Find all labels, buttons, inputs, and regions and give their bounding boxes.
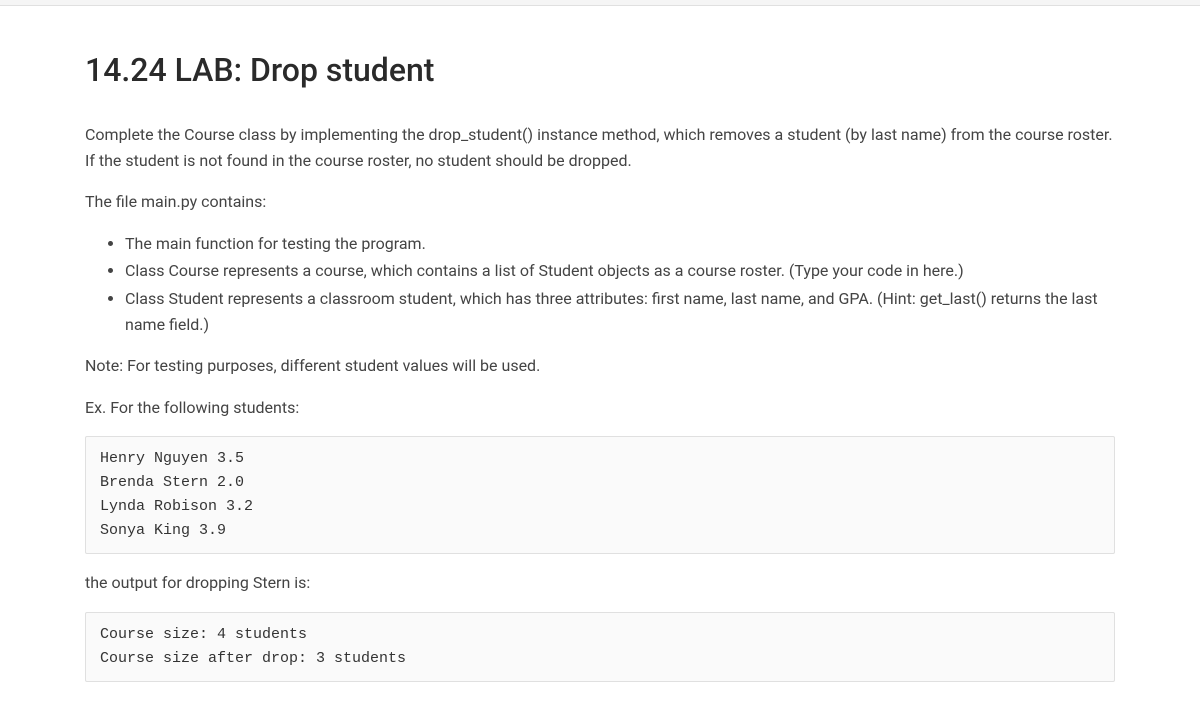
bullet-list: The main function for testing the progra… [85,231,1115,337]
output-intro: the output for dropping Stern is: [85,570,1115,596]
page-title: 14.24 LAB: Drop student [85,46,1115,94]
code-block-students: Henry Nguyen 3.5 Brenda Stern 2.0 Lynda … [85,436,1115,554]
list-item: The main function for testing the progra… [125,231,1115,257]
list-item: Class Course represents a course, which … [125,258,1115,284]
list-item: Class Student represents a classroom stu… [125,286,1115,337]
intro-paragraph: Complete the Course class by implementin… [85,122,1115,173]
code-block-output: Course size: 4 students Course size afte… [85,612,1115,682]
example-intro: Ex. For the following students: [85,395,1115,421]
note-paragraph: Note: For testing purposes, different st… [85,353,1115,379]
file-paragraph: The file main.py contains: [85,189,1115,215]
content-container: 14.24 LAB: Drop student Complete the Cou… [30,6,1170,718]
